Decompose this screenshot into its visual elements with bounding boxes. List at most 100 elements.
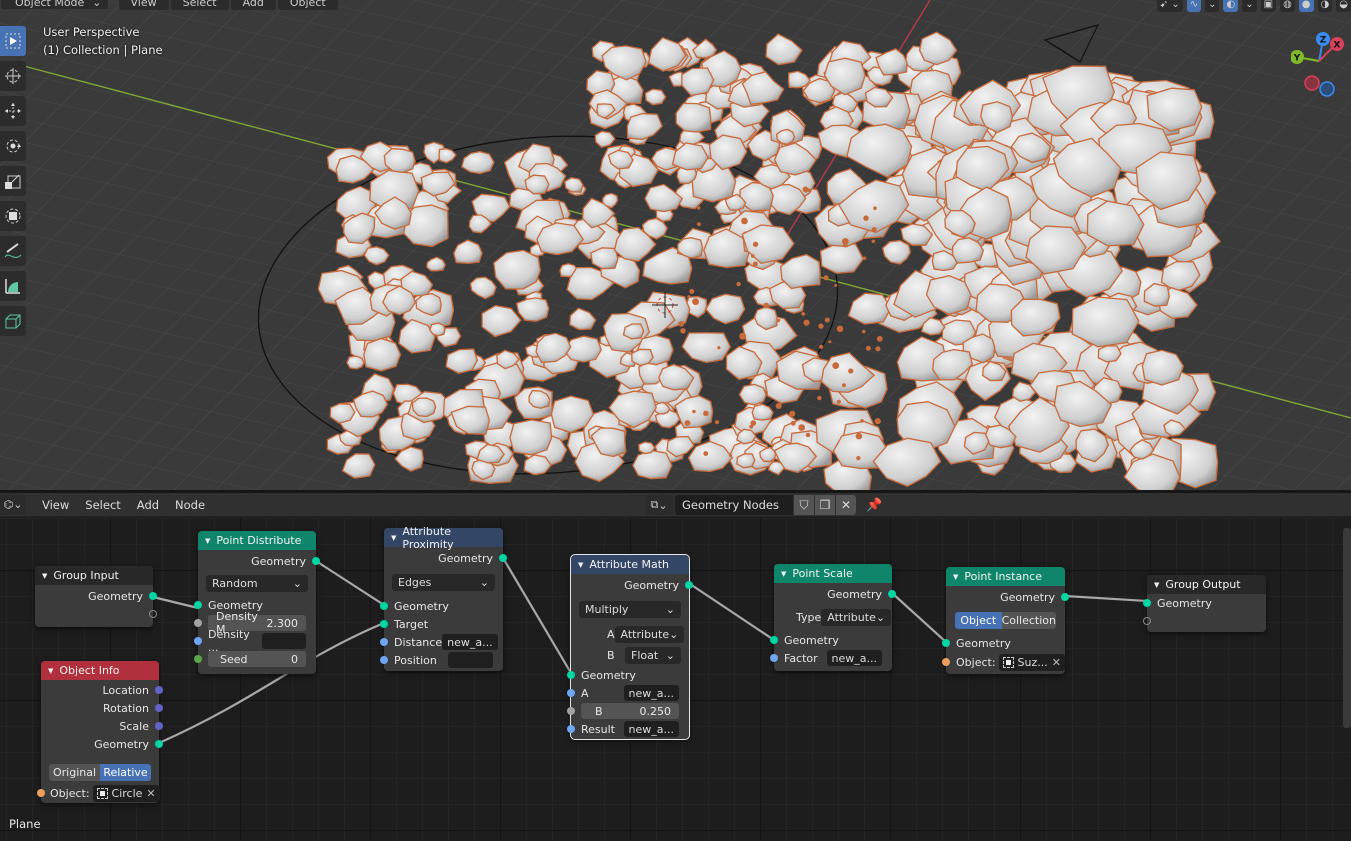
node-tree-name-field[interactable]: Geometry Nodes [675, 495, 793, 515]
browse-node-tree-button[interactable]: ⧉ ⌄ [645, 495, 673, 515]
result-field[interactable]: new_a... [623, 721, 679, 737]
node-attribute-proximity[interactable]: ▼ Attribute Proximity Geometry Edges ⌄ Geo… [380, 525, 507, 671]
node-menu-add[interactable]: Add [129, 498, 167, 512]
node-point-instance[interactable]: ▼ Point Instance Geometry Object Collectio… [942, 567, 1069, 674]
duplicate-tree-button[interactable]: ❐ [815, 495, 835, 515]
instance-object-button[interactable]: Object [955, 611, 1002, 629]
geometry-socket[interactable] [942, 639, 950, 647]
overlay-dropdown[interactable]: ⌄ [1242, 0, 1257, 12]
tool-scale[interactable] [0, 166, 26, 196]
node-point-distribute[interactable]: ▼ Point Distribute Geometry Random ⌄ Geome… [194, 531, 320, 674]
density-attribute-field[interactable] [262, 633, 306, 649]
input-b-type-dropdown[interactable]: Float ⌄ [625, 647, 681, 664]
editor-type-button[interactable]: ⌬ ⌄ [0, 494, 26, 515]
space-original-button[interactable]: Original [49, 764, 100, 781]
collapse-icon[interactable]: ▼ [1154, 581, 1159, 589]
tool-add-cube[interactable] [0, 306, 26, 336]
node-header[interactable]: ▼ Point Scale [774, 564, 892, 583]
clear-icon[interactable]: ✕ [146, 787, 155, 800]
node-header[interactable]: ▼ Group Input [35, 566, 153, 585]
mode-selector[interactable]: Object Mode ⌄ [0, 0, 109, 10]
unlink-tree-button[interactable]: ✕ [836, 495, 856, 515]
node-header[interactable]: ▼ Group Output [1147, 575, 1266, 594]
object-field[interactable]: Circle ✕ [92, 784, 160, 802]
attribute-socket[interactable] [380, 656, 388, 664]
collapse-icon[interactable]: ▼ [953, 573, 958, 581]
tool-cursor[interactable] [0, 61, 26, 91]
collapse-icon[interactable]: ▼ [781, 570, 786, 578]
geometry-socket[interactable] [685, 581, 693, 589]
menu-add[interactable]: Add [230, 0, 276, 10]
node-header[interactable]: ▼ Attribute Proximity [384, 525, 503, 551]
operation-dropdown[interactable]: Multiply ⌄ [579, 600, 681, 618]
geometry-socket[interactable] [1061, 593, 1069, 601]
geometry-socket[interactable] [380, 620, 388, 628]
empty-socket[interactable] [149, 610, 157, 618]
geometry-socket[interactable] [155, 740, 163, 748]
vector-socket[interactable] [155, 722, 163, 730]
attribute-socket[interactable] [567, 689, 575, 697]
input-a-type-dropdown[interactable]: Attribute ⌄ [614, 626, 685, 643]
node-attribute-math[interactable]: ▼ Attribute Math Geometry Multiply ⌄ A Attr… [567, 554, 693, 740]
position-attribute-field[interactable] [448, 652, 493, 668]
node-group-input[interactable]: ▼ Group Input Geometry [35, 566, 157, 627]
node-menu-view[interactable]: View [34, 498, 77, 512]
node-header[interactable]: ▼ Point Distribute [198, 531, 316, 550]
shading-wireframe-button[interactable]: ◍ [1280, 0, 1295, 12]
node-point-scale[interactable]: ▼ Point Scale Geometry Type Attribute ⌄ Geo… [770, 564, 896, 671]
collapse-icon[interactable]: ▼ [391, 534, 396, 542]
factor-field[interactable]: new_a... [826, 650, 882, 666]
geometry-socket[interactable] [770, 636, 778, 644]
clear-icon[interactable]: ✕ [1052, 656, 1061, 669]
node-header[interactable]: ▼ Attribute Math [571, 555, 689, 574]
geometry-socket[interactable] [567, 671, 575, 679]
empty-socket[interactable] [1143, 617, 1151, 625]
snap-button[interactable]: ∿ [1186, 0, 1202, 12]
transform-pivot-button[interactable]: ➹ ⌄ [1156, 0, 1183, 12]
node-header[interactable]: ▼ Object Info [41, 661, 159, 680]
float-socket[interactable] [567, 707, 575, 715]
node-group-output[interactable]: ▼ Group Output Geometry [1143, 575, 1266, 632]
node-menu-select[interactable]: Select [77, 498, 128, 512]
collapse-icon[interactable]: ▼ [48, 667, 53, 675]
node-object-info[interactable]: ▼ Object Info Location Rotation Scale Geo… [37, 661, 163, 803]
attribute-socket[interactable] [770, 654, 778, 662]
menu-select[interactable]: Select [170, 0, 229, 10]
node-editor-canvas[interactable]: ▼ Group Input Geometry ▼ Point Distribute … [0, 518, 1351, 841]
object-field[interactable]: Suz... ✕ [998, 653, 1065, 671]
xray-button[interactable]: ▣ [1260, 0, 1277, 12]
target-mode-dropdown[interactable]: Edges ⌄ [392, 573, 495, 591]
collapse-icon[interactable]: ▼ [205, 537, 210, 545]
distance-attribute-field[interactable]: new_a... [442, 634, 498, 650]
space-relative-button[interactable]: Relative [100, 764, 151, 781]
gizmo-neg-x[interactable] [1304, 75, 1320, 91]
gizmo-neg-z[interactable] [1319, 81, 1335, 97]
distribute-method-dropdown[interactable]: Random ⌄ [206, 574, 308, 592]
pin-icon[interactable]: 📌 [866, 498, 882, 513]
3d-viewport[interactable]: Object Mode ⌄ View Select Add Object ➹ ⌄… [0, 0, 1351, 490]
input-a-field[interactable]: new_a... [623, 685, 679, 701]
tool-move[interactable] [0, 96, 26, 126]
attribute-socket[interactable] [567, 725, 575, 733]
shading-material-button[interactable]: ◑ [1317, 0, 1333, 12]
float-socket[interactable] [194, 619, 202, 627]
node-header[interactable]: ▼ Point Instance [946, 567, 1065, 586]
shading-solid-button[interactable]: ● [1298, 0, 1314, 12]
collapse-icon[interactable]: ▼ [578, 561, 583, 569]
geometry-socket[interactable] [380, 602, 388, 610]
tool-rotate[interactable] [0, 131, 26, 161]
snap-dropdown[interactable]: ⌄ [1205, 0, 1220, 12]
input-b-field[interactable]: B 0.250 [581, 703, 679, 719]
vector-socket[interactable] [155, 686, 163, 694]
tool-annotate[interactable] [0, 236, 26, 266]
object-socket[interactable] [942, 658, 950, 666]
geometry-socket[interactable] [194, 601, 202, 609]
geometry-socket[interactable] [312, 557, 320, 565]
instance-collection-button[interactable]: Collection [1001, 611, 1056, 629]
node-menu-node[interactable]: Node [167, 498, 213, 512]
fake-user-button[interactable]: ⛉ [794, 495, 814, 515]
input-type-dropdown[interactable]: Attribute ⌄ [821, 608, 892, 626]
collapse-icon[interactable]: ▼ [42, 572, 47, 580]
attribute-socket[interactable] [194, 637, 202, 645]
tool-select-box[interactable] [0, 26, 26, 56]
